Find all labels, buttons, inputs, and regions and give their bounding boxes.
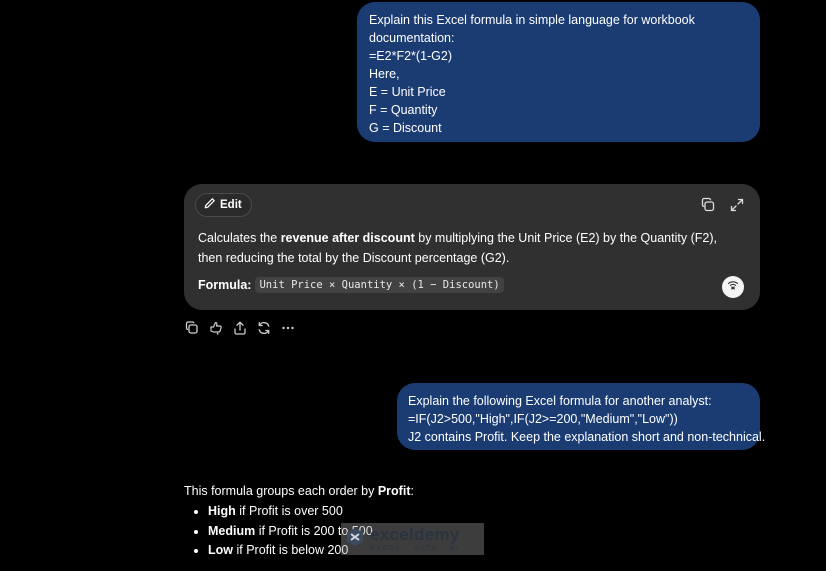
- formula-code: Unit Price × Quantity × (1 − Discount): [255, 277, 504, 293]
- message-line: J2 contains Profit. Keep the explanation…: [408, 430, 766, 444]
- expand-icon[interactable]: [729, 197, 745, 213]
- edit-label: Edit: [220, 199, 242, 211]
- voice-button[interactable]: [722, 276, 744, 298]
- edit-button[interactable]: Edit: [195, 193, 252, 217]
- intro-bold: Profit: [377, 484, 411, 498]
- intro-text: This formula groups each order by: [184, 484, 378, 498]
- answer-intro: This formula groups each order by Profit…: [184, 484, 414, 498]
- share-icon[interactable]: [232, 320, 248, 336]
- watermark-tagline: EXCEL · DATA · BI: [370, 545, 460, 552]
- item-bold: Medium: [208, 523, 256, 538]
- message-line: G = Discount: [369, 121, 442, 135]
- item-text: if Profit is below 200: [233, 543, 349, 557]
- exceldemy-watermark: exceldemy EXCEL · DATA · BI: [341, 523, 484, 555]
- description-bold: revenue after discount: [280, 231, 415, 245]
- copy-icon[interactable]: [184, 320, 200, 336]
- intro-colon: :: [410, 484, 414, 498]
- more-icon[interactable]: [280, 320, 296, 336]
- message-line: =IF(J2>500,"High",IF(J2>=200,"Medium","L…: [408, 412, 678, 426]
- regenerate-icon[interactable]: [256, 320, 272, 336]
- exceldemy-logo-icon: [345, 527, 365, 552]
- formula-row: Formula: Unit Price × Quantity × (1 − Di…: [198, 277, 504, 293]
- user-message-1: Explain this Excel formula in simple lan…: [357, 2, 760, 142]
- message-line: Explain this Excel formula in simple lan…: [369, 13, 695, 45]
- response-canvas-card: Edit Calculates the revenue after discou…: [184, 184, 760, 310]
- user-message-2: Explain the following Excel formula for …: [397, 383, 766, 450]
- item-bold: High: [208, 504, 236, 518]
- feedback-icon[interactable]: [208, 320, 224, 336]
- pencil-icon: [203, 197, 216, 213]
- message-line: Here,: [369, 67, 400, 81]
- voice-icon: [727, 278, 739, 296]
- message-line: =E2*F2*(1-G2): [369, 49, 453, 63]
- message-line: E = Unit Price: [369, 85, 446, 99]
- card-description: Calculates the revenue after discount by…: [198, 228, 738, 268]
- copy-icon[interactable]: [700, 197, 716, 213]
- item-text: if Profit is over 500: [235, 504, 343, 518]
- watermark-name: exceldemy: [370, 525, 460, 544]
- response-action-bar: [184, 320, 296, 336]
- list-item: High if Profit is over 500: [208, 502, 414, 522]
- description-text: Calculates the: [198, 231, 281, 245]
- message-line: F = Quantity: [369, 103, 438, 117]
- formula-label: Formula:: [198, 278, 252, 292]
- item-bold: Low: [208, 543, 233, 557]
- message-line: Explain the following Excel formula for …: [408, 394, 712, 408]
